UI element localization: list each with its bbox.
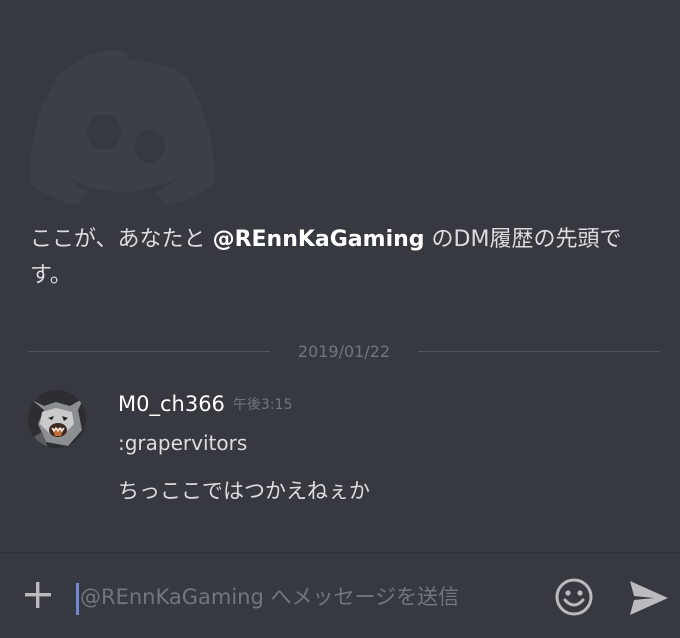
wolf-avatar-image	[28, 390, 86, 448]
intro-prefix: ここが、あなたと	[30, 227, 213, 252]
author-name[interactable]: M0_ch366	[118, 392, 225, 416]
dm-screen: ここが、あなたと @REnnKaGaming のDM履歴の先頭です。 2019/…	[0, 0, 680, 638]
send-icon[interactable]	[628, 579, 670, 617]
text-cursor	[76, 583, 79, 615]
avatar[interactable]	[28, 390, 86, 448]
message-text-line: ちっここではつかえねぇか	[118, 479, 370, 503]
message-timestamp: 午後3:15	[232, 397, 293, 413]
message-composer	[0, 553, 680, 638]
smiley-icon[interactable]	[554, 577, 594, 617]
divider-date: 2019/01/22	[297, 342, 391, 361]
message-text-line: :grapervitors	[118, 431, 248, 455]
date-divider: 2019/01/22	[28, 340, 660, 364]
message-group: M0_ch366 午後3:15 :grapervitors ちっここではつかえねぇ…	[28, 388, 660, 518]
message-header: M0_ch366 午後3:15	[118, 388, 292, 420]
plus-icon[interactable]	[22, 579, 54, 611]
message-input[interactable]	[80, 577, 540, 617]
user-mention[interactable]: @REnnKaGaming	[213, 227, 425, 252]
dm-intro-text: ここが、あなたと @REnnKaGaming のDM履歴の先頭です。	[30, 222, 660, 294]
discord-logo-icon	[29, 50, 215, 206]
